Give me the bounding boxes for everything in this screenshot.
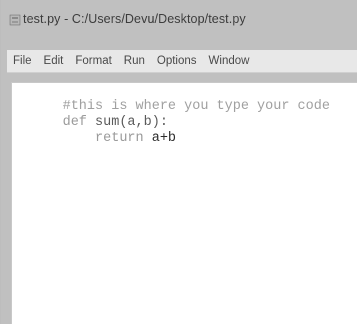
function-signature: sum(a,b):	[95, 115, 168, 130]
return-expression: a+b	[151, 131, 177, 146]
code-comment: #this is where you type your code	[62, 99, 330, 114]
code-editor[interactable]: #this is where you type your code def su…	[11, 82, 357, 324]
menu-run[interactable]: Run	[118, 55, 151, 67]
def-keyword: def	[62, 115, 87, 130]
title-bar[interactable]: test.py - C:/Users/Devu/Desktop/test.py	[1, 0, 357, 38]
return-keyword: return	[95, 131, 144, 146]
python-file-icon	[9, 14, 21, 26]
menu-format[interactable]: Format	[69, 55, 117, 67]
menu-edit[interactable]: Edit	[38, 55, 70, 67]
menu-file[interactable]: File	[7, 55, 38, 67]
window-title: test.py - C:/Users/Devu/Desktop/test.py	[23, 12, 246, 26]
idle-editor-window: test.py - C:/Users/Devu/Desktop/test.py …	[0, 0, 357, 324]
menu-window[interactable]: Window	[203, 55, 256, 67]
code-line-1: #this is where you type your code	[12, 83, 357, 114]
menu-options[interactable]: Options	[151, 55, 203, 67]
menu-bar: File Edit Format Run Options Window	[7, 50, 357, 73]
